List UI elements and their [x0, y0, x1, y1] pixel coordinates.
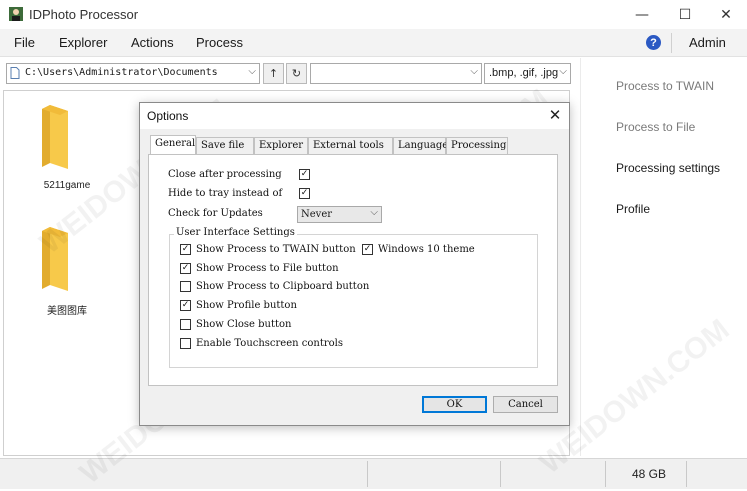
menu-explorer[interactable]: Explorer — [59, 35, 107, 50]
show-profile-label: Show Profile button — [196, 300, 297, 311]
tab-external-tools[interactable]: External tools — [308, 137, 393, 154]
minimize-button[interactable]: — — [622, 0, 662, 29]
dialog-title-bar — [140, 103, 569, 129]
profile-button[interactable]: Profile — [616, 202, 650, 216]
close-window-button[interactable]: ✕ — [706, 0, 746, 29]
app-icon — [8, 6, 24, 22]
disk-space-label: 48 GB — [632, 467, 667, 481]
checkmark-icon: ✓ — [300, 188, 309, 198]
refresh-button[interactable]: ↻ — [286, 63, 307, 84]
process-to-file-button[interactable]: Process to File — [616, 120, 695, 134]
chevron-down-icon: ⌵ — [248, 66, 256, 77]
check-updates-value: Never — [301, 209, 333, 220]
checkmark-icon: ✓ — [363, 244, 372, 254]
document-icon — [10, 67, 20, 82]
refresh-icon: ↻ — [291, 67, 302, 80]
ok-button[interactable]: OK — [422, 396, 487, 413]
menu-bar — [0, 29, 747, 57]
check-updates-label: Check for Updates — [168, 208, 263, 219]
menu-admin[interactable]: Admin — [689, 35, 726, 50]
folder-icon[interactable] — [41, 103, 69, 169]
status-separator — [367, 461, 368, 487]
tab-processing[interactable]: Processing — [446, 137, 508, 154]
hide-to-tray-checkbox[interactable]: ✓ — [299, 188, 310, 199]
arrow-up-icon: ↑ — [268, 67, 279, 80]
show-profile-checkbox[interactable]: ✓ — [180, 300, 191, 311]
folder-icon[interactable] — [41, 225, 69, 291]
show-close-label: Show Close button — [196, 319, 292, 330]
status-separator — [686, 461, 687, 487]
secondary-combo[interactable]: ⌵ — [310, 63, 482, 84]
actions-panel — [580, 58, 747, 456]
checkmark-icon: ✓ — [181, 300, 190, 310]
path-value: C:\Users\Administrator\Documents — [25, 67, 218, 78]
show-clipboard-checkbox[interactable] — [180, 281, 191, 292]
tab-language[interactable]: Language — [393, 137, 448, 154]
show-file-label: Show Process to File button — [196, 263, 339, 274]
path-combo[interactable]: C:\Users\Administrator\Documents ⌵ — [6, 63, 260, 84]
status-separator — [605, 461, 606, 487]
tab-general[interactable]: General — [150, 135, 196, 155]
filter-value: .bmp, .gif, .jpg — [489, 67, 559, 79]
close-after-processing-checkbox[interactable]: ✓ — [299, 169, 310, 180]
show-clipboard-label: Show Process to Clipboard button — [196, 281, 370, 292]
ui-settings-group-title: User Interface Settings — [174, 227, 297, 238]
process-to-twain-button[interactable]: Process to TWAIN — [616, 79, 714, 93]
menu-process[interactable]: Process — [196, 35, 243, 50]
close-icon: ✕ — [548, 106, 562, 124]
checkmark-icon: ✓ — [181, 263, 190, 273]
chevron-down-icon: ⌵ — [559, 66, 567, 77]
hide-to-tray-label: Hide to tray instead of — [168, 188, 283, 199]
checkmark-icon: ✓ — [181, 244, 190, 254]
window-title: IDPhoto Processor — [29, 7, 139, 22]
folder-label[interactable]: 5211game — [32, 180, 102, 191]
folder-label[interactable]: 美图图库 — [32, 302, 102, 317]
touchscreen-label: Enable Touchscreen controls — [196, 338, 343, 349]
maximize-button[interactable]: ☐ — [665, 0, 705, 29]
chevron-down-icon: ⌵ — [370, 207, 378, 218]
menu-actions[interactable]: Actions — [131, 35, 174, 50]
chevron-down-icon: ⌵ — [470, 66, 478, 77]
windows10-theme-checkbox[interactable]: ✓ — [362, 244, 373, 255]
help-icon[interactable]: ? — [646, 35, 661, 50]
filter-combo[interactable]: .bmp, .gif, .jpg ⌵ — [484, 63, 571, 84]
cancel-button[interactable]: Cancel — [493, 396, 558, 413]
checkmark-icon: ✓ — [300, 169, 309, 179]
close-after-processing-label: Close after processing — [168, 169, 282, 180]
up-folder-button[interactable]: ↑ — [263, 63, 284, 84]
show-close-checkbox[interactable] — [180, 319, 191, 330]
menu-divider — [671, 33, 672, 53]
windows10-theme-label: Windows 10 theme — [378, 244, 475, 255]
show-file-checkbox[interactable]: ✓ — [180, 263, 191, 274]
status-separator — [500, 461, 501, 487]
check-updates-select[interactable]: Never ⌵ — [297, 206, 382, 223]
dialog-close-button[interactable]: ✕ — [544, 104, 566, 126]
show-twain-checkbox[interactable]: ✓ — [180, 244, 191, 255]
processing-settings-button[interactable]: Processing settings — [616, 161, 720, 175]
menu-file[interactable]: File — [14, 35, 35, 50]
touchscreen-checkbox[interactable] — [180, 338, 191, 349]
dialog-title: Options — [147, 109, 189, 123]
tab-explorer[interactable]: Explorer — [254, 137, 308, 154]
show-twain-label: Show Process to TWAIN button — [196, 244, 356, 255]
tab-save-file[interactable]: Save file — [196, 137, 254, 154]
